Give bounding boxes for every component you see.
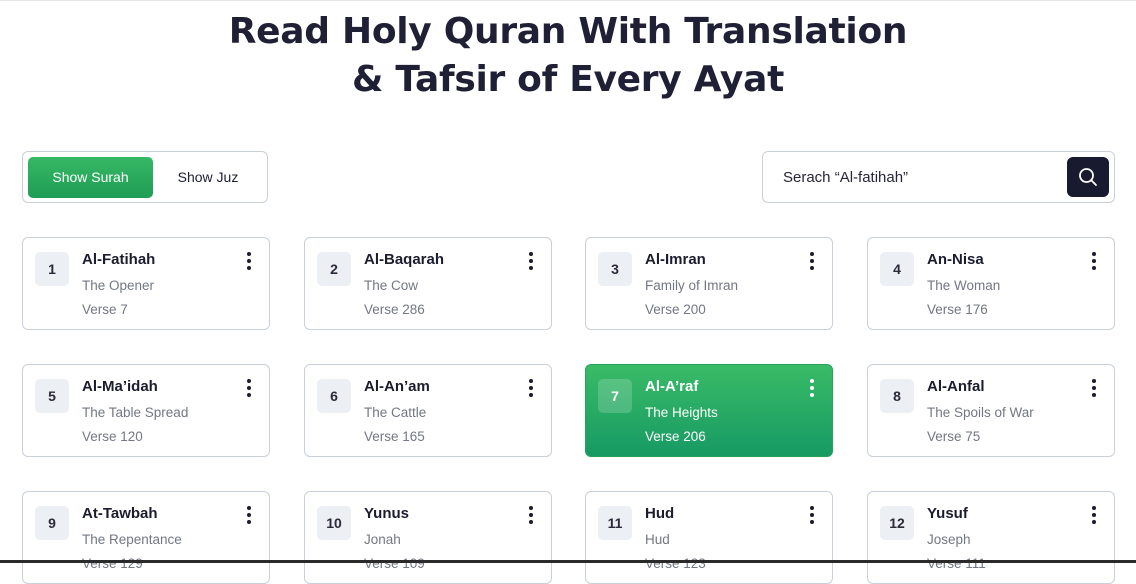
surah-number: 5: [35, 379, 69, 413]
surah-meaning: The Cattle: [364, 405, 427, 420]
surah-card[interactable]: 4 An-Nisa The Woman Verse 176: [867, 237, 1115, 330]
surah-meaning: The Heights: [645, 405, 718, 420]
surah-verse-count: Verse 120: [82, 429, 143, 444]
more-options-icon[interactable]: [241, 377, 257, 399]
surah-number: 2: [317, 252, 351, 286]
surah-verse-count: Verse 7: [82, 302, 128, 317]
surah-meaning: Family of Imran: [645, 278, 739, 293]
surah-card[interactable]: 9 At-Tawbah The Repentance Verse 129: [22, 491, 270, 584]
search-icon: [1079, 168, 1097, 186]
surah-card[interactable]: 8 Al-Anfal The Spoils of War Verse 75: [867, 364, 1115, 457]
surah-card[interactable]: 1 Al-Fatihah The Opener Verse 7: [22, 237, 270, 330]
surah-name: Al-Anfal: [927, 378, 985, 395]
surah-number: 6: [317, 379, 351, 413]
page-title: Read Holy Quran With Translation & Tafsi…: [0, 8, 1136, 104]
surah-meaning: The Spoils of War: [927, 405, 1034, 420]
surah-verse-count: Verse 286: [364, 302, 425, 317]
surah-meaning: Joseph: [927, 532, 971, 547]
surah-card[interactable]: 5 Al-Ma’idah The Table Spread Verse 120: [22, 364, 270, 457]
surah-card[interactable]: 6 Al-An’am The Cattle Verse 165: [304, 364, 552, 457]
more-options-icon[interactable]: [1086, 504, 1102, 526]
surah-name: Al-Imran: [645, 251, 706, 268]
surah-name: Al-Ma’idah: [82, 378, 158, 395]
surah-name: Hud: [645, 505, 675, 522]
top-divider: [0, 0, 1136, 1]
surah-number: 11: [598, 506, 632, 540]
page-title-line-2: & Tafsir of Every Ayat: [352, 59, 784, 100]
surah-name: Yusuf: [927, 505, 968, 522]
surah-name: Al-Baqarah: [364, 251, 445, 268]
surah-verse-count: Verse 75: [927, 429, 981, 444]
surah-name: Yunus: [364, 505, 410, 522]
surah-card[interactable]: 2 Al-Baqarah The Cow Verse 286: [304, 237, 552, 330]
more-options-icon[interactable]: [523, 250, 539, 272]
surah-number: 10: [317, 506, 351, 540]
surah-meaning: The Table Spread: [82, 405, 189, 420]
surah-juz-toggle: Show Surah Show Juz: [22, 151, 268, 203]
surah-name: Al-Fatihah: [82, 251, 156, 268]
surah-verse-count: Verse 206: [645, 429, 706, 444]
search-button[interactable]: [1067, 157, 1109, 197]
surah-card[interactable]: 11 Hud Hud Verse 123: [585, 491, 833, 584]
surah-verse-count: Verse 176: [927, 302, 988, 317]
surah-card[interactable]: 3 Al-Imran Family of Imran Verse 200: [585, 237, 833, 330]
more-options-icon[interactable]: [241, 504, 257, 526]
surah-verse-count: Verse 165: [364, 429, 425, 444]
show-juz-button[interactable]: Show Juz: [153, 157, 263, 198]
surah-verse-count: Verse 123: [645, 556, 706, 571]
surah-meaning: The Woman: [927, 278, 1001, 293]
more-options-icon[interactable]: [523, 377, 539, 399]
surah-name: Al-A’raf: [645, 378, 699, 395]
surah-number: 1: [35, 252, 69, 286]
more-options-icon[interactable]: [804, 377, 820, 399]
surah-verse-count: Verse 129: [82, 556, 143, 571]
surah-name: At-Tawbah: [82, 505, 158, 522]
surah-number: 12: [880, 506, 914, 540]
surah-meaning: Hud: [645, 532, 670, 547]
surah-number: 4: [880, 252, 914, 286]
search-input[interactable]: [783, 152, 1063, 202]
surah-meaning: The Repentance: [82, 532, 182, 547]
surah-number: 8: [880, 379, 914, 413]
surah-meaning: The Opener: [82, 278, 155, 293]
more-options-icon[interactable]: [241, 250, 257, 272]
surah-number: 9: [35, 506, 69, 540]
surah-card[interactable]: 10 Yunus Jonah Verse 109: [304, 491, 552, 584]
more-options-icon[interactable]: [1086, 250, 1102, 272]
surah-card[interactable]: 12 Yusuf Joseph Verse 111: [867, 491, 1115, 584]
surah-number: 7: [598, 379, 632, 413]
surah-card-selected[interactable]: 7 Al-A’raf The Heights Verse 206: [585, 364, 833, 457]
surah-meaning: Jonah: [364, 532, 401, 547]
more-options-icon[interactable]: [1086, 377, 1102, 399]
surah-verse-count: Verse 111: [927, 556, 986, 571]
more-options-icon[interactable]: [523, 504, 539, 526]
surah-name: An-Nisa: [927, 251, 984, 268]
show-surah-button[interactable]: Show Surah: [28, 157, 153, 198]
surah-verse-count: Verse 109: [364, 556, 425, 571]
more-options-icon[interactable]: [804, 250, 820, 272]
surah-name: Al-An’am: [364, 378, 430, 395]
surah-meaning: The Cow: [364, 278, 419, 293]
surah-number: 3: [598, 252, 632, 286]
surah-verse-count: Verse 200: [645, 302, 706, 317]
search-box: [762, 151, 1115, 203]
page-title-line-1: Read Holy Quran With Translation: [228, 11, 908, 52]
more-options-icon[interactable]: [804, 504, 820, 526]
